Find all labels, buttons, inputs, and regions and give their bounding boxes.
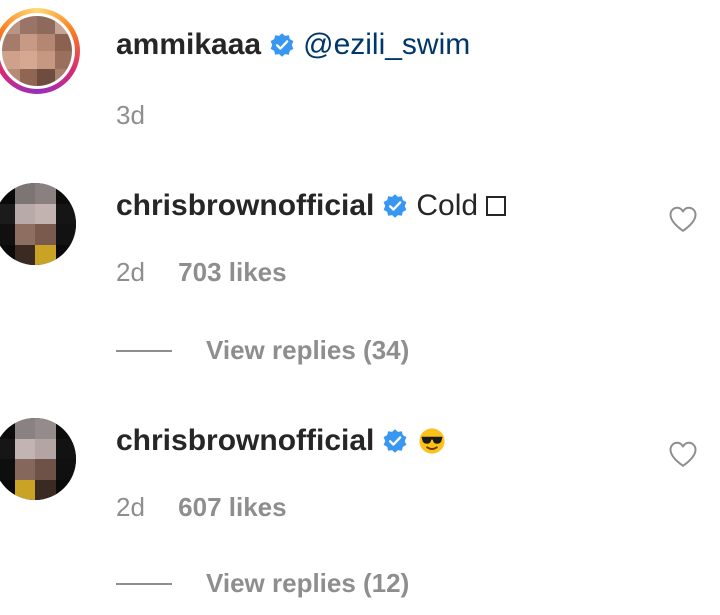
comment-line: chrisbrownofficial Cold (116, 189, 507, 223)
verified-icon (384, 194, 407, 218)
timestamp[interactable]: 2d (116, 492, 145, 522)
sunglasses-emoji-icon (419, 428, 445, 454)
comment-line: chrisbrownofficial (116, 424, 446, 458)
heart-icon[interactable] (668, 440, 698, 468)
comment-item: chrisbrownofficial Cold 2d 703 likes Vie… (0, 165, 720, 380)
avatar-ring-inner (0, 13, 75, 89)
replies-divider (116, 582, 172, 585)
avatar[interactable] (0, 418, 76, 500)
verified-icon (270, 33, 294, 57)
view-replies-label: View replies (34) (206, 335, 410, 365)
comment-meta: 2d 703 likes (116, 257, 287, 288)
verified-icon (384, 429, 407, 453)
heart-icon[interactable] (668, 205, 698, 233)
comment-meta: 3d (116, 100, 145, 131)
pixelated-photo (0, 418, 76, 500)
timestamp[interactable]: 3d (116, 100, 145, 130)
comment-line: ammikaaa @ezili_swim (116, 28, 470, 62)
comment-item: chrisbrownofficial 2d 607 likes View rep… (0, 400, 720, 615)
username-link[interactable]: chrisbrownofficial (116, 424, 374, 458)
comment-meta: 2d 607 likes (116, 492, 287, 523)
view-replies-button[interactable]: View replies (12) (116, 568, 409, 599)
username-link[interactable]: chrisbrownofficial (116, 189, 374, 223)
like-count[interactable]: 703 likes (178, 257, 286, 287)
pixelated-photo (2, 16, 72, 86)
view-replies-label: View replies (12) (206, 568, 410, 598)
replies-divider (116, 349, 172, 352)
comment-item: ammikaaa @ezili_swim 3d (0, 0, 720, 140)
timestamp[interactable]: 2d (116, 257, 145, 287)
pixelated-photo (0, 183, 76, 265)
avatar[interactable] (0, 8, 80, 94)
username-link[interactable]: ammikaaa (116, 28, 261, 62)
avatar-photo (2, 16, 72, 86)
comment-text: Cold (416, 189, 479, 222)
like-count[interactable]: 607 likes (178, 492, 286, 522)
avatar[interactable] (0, 183, 76, 265)
missing-glyph-icon (486, 196, 507, 216)
mention-link[interactable]: @ezili_swim (303, 28, 470, 62)
view-replies-button[interactable]: View replies (34) (116, 335, 409, 366)
